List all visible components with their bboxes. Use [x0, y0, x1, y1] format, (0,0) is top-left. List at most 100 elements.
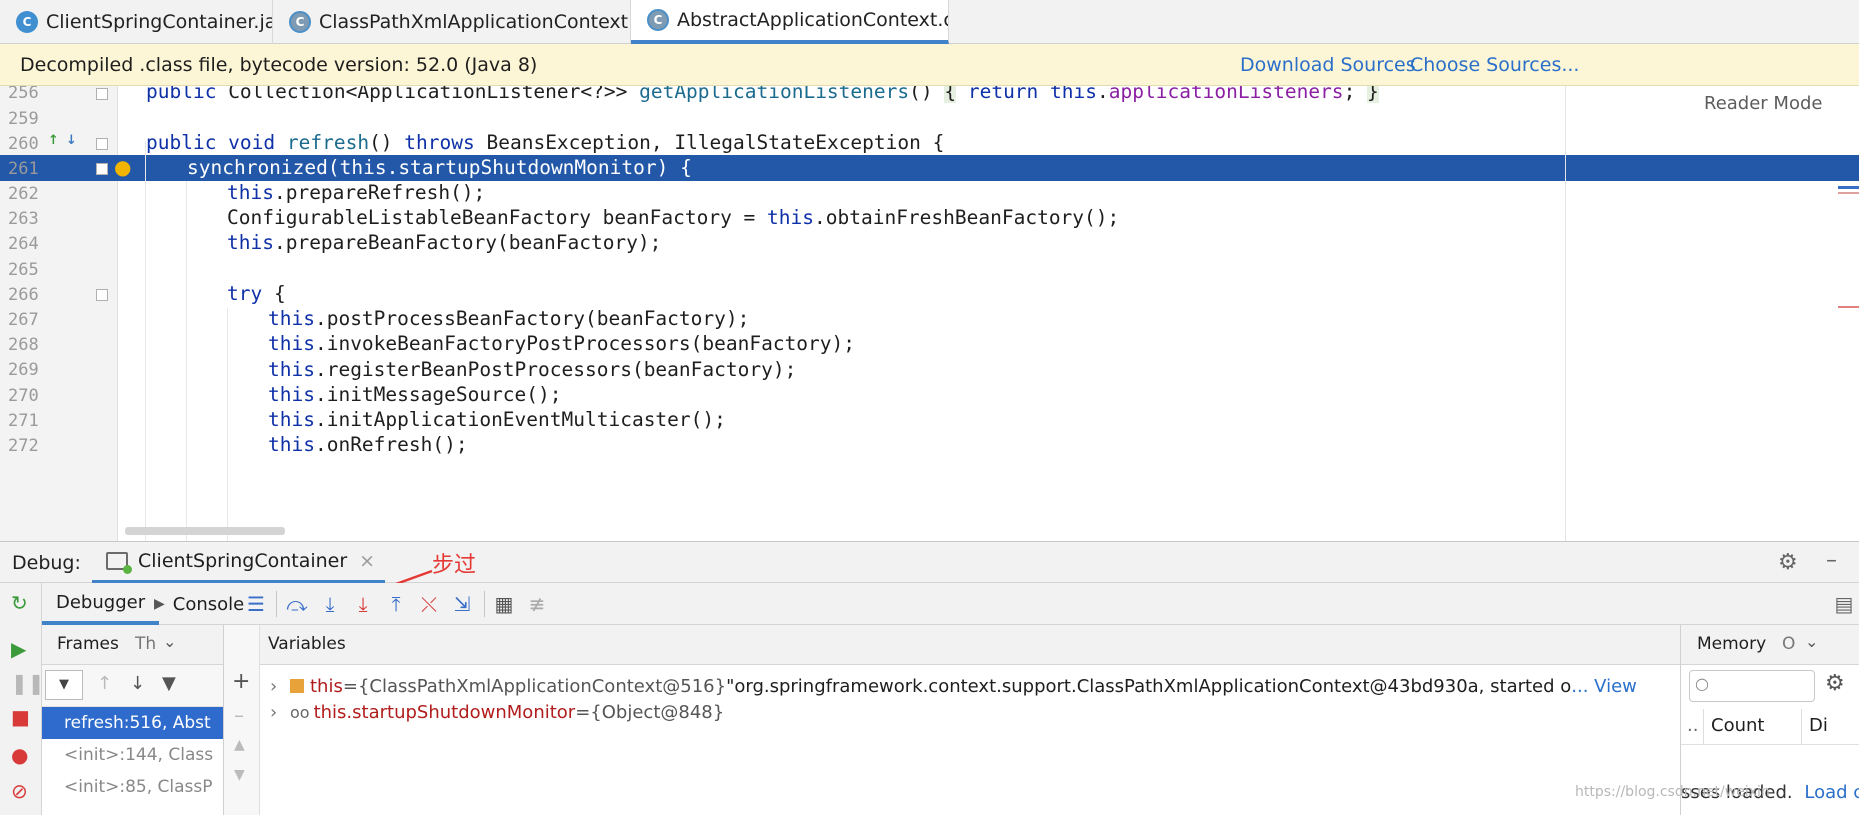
step-out-icon[interactable]: ⤒: [384, 592, 408, 616]
choose-sources-link[interactable]: Choose Sources...: [1410, 54, 1579, 76]
tab-console[interactable]: ▶ Console: [154, 583, 244, 625]
arrow-up-icon[interactable]: ↑: [97, 673, 112, 694]
column-diff[interactable]: Di: [1809, 715, 1828, 736]
arrow-down-icon[interactable]: ↓: [130, 673, 145, 694]
run-config-icon: [106, 552, 132, 574]
tab-label: ClientSpringContainer.java: [46, 11, 272, 33]
overriding-method-icon[interactable]: ↑: [48, 133, 59, 148]
filter-icon[interactable]: ▼: [162, 673, 176, 694]
frame-row[interactable]: refresh:516, Abst: [42, 707, 223, 739]
variables-panel: Variables › this = {ClassPathXmlApplicat…: [260, 625, 1680, 815]
tab-threads[interactable]: Th: [135, 634, 156, 654]
tab-abstract-application-context[interactable]: C AbstractApplicationContext.class ×: [631, 0, 949, 44]
remove-watch-icon[interactable]: –: [234, 703, 244, 727]
move-down-icon[interactable]: ▼: [234, 767, 245, 783]
banner-message: Decompiled .class file, bytecode version…: [20, 53, 538, 76]
debug-session-tab[interactable]: ClientSpringContainer ×: [92, 542, 386, 584]
gear-icon[interactable]: ⚙: [1778, 550, 1798, 575]
line-number: 271: [8, 411, 39, 431]
thread-select[interactable]: ▼: [45, 670, 83, 700]
move-up-icon[interactable]: ▲: [234, 737, 245, 753]
frames-toolbar: ▼ ↑ ↓ ▼: [42, 665, 223, 707]
code-line-264: this.prepareBeanFactory(beanFactory);: [227, 231, 662, 254]
watermark: https://blog.csdn.net/weixin: [1575, 784, 1770, 800]
reader-mode-button[interactable]: Reader Mode: [1704, 93, 1822, 114]
variables-toolbar: + – ▲ ▼: [224, 625, 260, 815]
chevron-right-icon[interactable]: ›: [270, 676, 290, 697]
gear-icon[interactable]: ⚙: [1825, 671, 1845, 696]
evaluate-expression-icon[interactable]: ▦: [492, 592, 516, 616]
debug-session-label: ClientSpringContainer: [138, 550, 348, 572]
trace-current-stream-icon[interactable]: ≢: [525, 592, 549, 616]
code-line-261: synchronized(this.startupShutdownMonitor…: [187, 156, 692, 179]
line-number: 268: [8, 335, 39, 355]
execution-line-highlight: synchronized(this.startupShutdownMonitor…: [0, 155, 1859, 181]
column-divider: [1703, 709, 1704, 745]
chevron-right-icon[interactable]: ›: [270, 702, 290, 723]
code-line-269: this.registerBeanPostProcessors(beanFact…: [268, 358, 797, 381]
implemented-method-icon[interactable]: ↓: [66, 133, 77, 148]
rerun-icon[interactable]: ↻: [11, 591, 28, 615]
tab-frames[interactable]: Frames: [57, 634, 119, 654]
run-to-cursor-icon[interactable]: ⇲: [450, 592, 474, 616]
add-watch-icon[interactable]: +: [232, 669, 250, 694]
line-number: 261: [8, 159, 39, 179]
memory-search-input[interactable]: ○: [1689, 670, 1815, 702]
variable-row[interactable]: › oo this.startupShutdownMonitor = {Obje…: [270, 697, 724, 727]
horizontal-scrollbar[interactable]: [125, 527, 285, 535]
mute-breakpoints-icon[interactable]: ⊘: [11, 779, 28, 803]
scroll-marker: [1838, 186, 1859, 189]
load-classes-link[interactable]: Load c: [1804, 782, 1859, 803]
line-number: 256: [8, 86, 39, 103]
tab-memory[interactable]: Memory: [1697, 634, 1766, 654]
chevron-down-icon[interactable]: ⌄: [1805, 632, 1818, 651]
code-line-268: this.invokeBeanFactoryPostProcessors(bea…: [268, 332, 856, 355]
fold-marker-icon[interactable]: [96, 289, 108, 301]
download-sources-link[interactable]: Download Sources: [1240, 54, 1416, 76]
column-count[interactable]: Count: [1711, 715, 1764, 736]
resume-icon[interactable]: ▶: [11, 637, 26, 661]
view-link[interactable]: ... View: [1571, 676, 1637, 697]
drop-frame-icon[interactable]: ⤬: [417, 592, 441, 616]
memory-columns: .. Count Di: [1681, 709, 1859, 745]
line-number: 269: [8, 360, 39, 380]
line-number: 266: [8, 285, 39, 305]
line-number: 259: [8, 109, 39, 129]
lightbulb-icon[interactable]: ●: [114, 155, 131, 179]
column-class[interactable]: ..: [1687, 715, 1698, 736]
force-step-into-icon[interactable]: ⤓: [351, 592, 375, 616]
tab-overhead[interactable]: O: [1782, 634, 1795, 654]
minimize-icon[interactable]: –: [1826, 548, 1837, 573]
chevron-down-icon: ▼: [59, 677, 69, 692]
line-number: 272: [8, 436, 39, 456]
frame-row[interactable]: <init>:85, ClassP: [42, 771, 223, 803]
tab-classpath-xml-application-context[interactable]: C ClassPathXmlApplicationContext.class ×: [273, 0, 631, 44]
line-number: 260: [8, 134, 39, 154]
field-icon: [290, 679, 304, 693]
pause-icon[interactable]: ❚❚: [11, 671, 45, 695]
frames-header: Frames Th ⌄: [42, 625, 223, 665]
layout-menu-icon[interactable]: ☰: [244, 592, 268, 616]
fold-marker-icon[interactable]: [96, 163, 108, 175]
code-editor[interactable]: synchronized(this.startupShutdownMonitor…: [0, 86, 1859, 541]
restore-layout-icon[interactable]: ▤: [1832, 592, 1856, 616]
step-over-icon[interactable]: ⤼: [285, 592, 309, 616]
view-breakpoints-icon[interactable]: ●: [11, 743, 28, 767]
stop-icon[interactable]: ■: [11, 705, 30, 729]
step-into-icon[interactable]: ⤓: [318, 592, 342, 616]
tab-debugger[interactable]: Debugger: [42, 583, 160, 625]
fold-marker-icon[interactable]: [96, 138, 108, 150]
line-number: 265: [8, 260, 39, 280]
fold-marker-icon[interactable]: [96, 88, 108, 100]
frame-row[interactable]: <init>:144, Class: [42, 739, 223, 771]
console-icon: ▶: [154, 596, 165, 612]
scroll-marker: [1838, 306, 1859, 308]
chevron-down-icon[interactable]: ⌄: [163, 632, 176, 651]
tab-client-spring-container[interactable]: C ClientSpringContainer.java ×: [0, 0, 273, 44]
scroll-marker: [1838, 192, 1859, 194]
variables-header: Variables: [260, 625, 1680, 665]
code-line-266: try {: [227, 282, 286, 305]
line-number: 263: [8, 209, 39, 229]
code-line-256: public Collection<ApplicationListener<?>…: [146, 86, 1379, 103]
code-line-260: public void refresh() throws BeansExcept…: [146, 131, 945, 154]
